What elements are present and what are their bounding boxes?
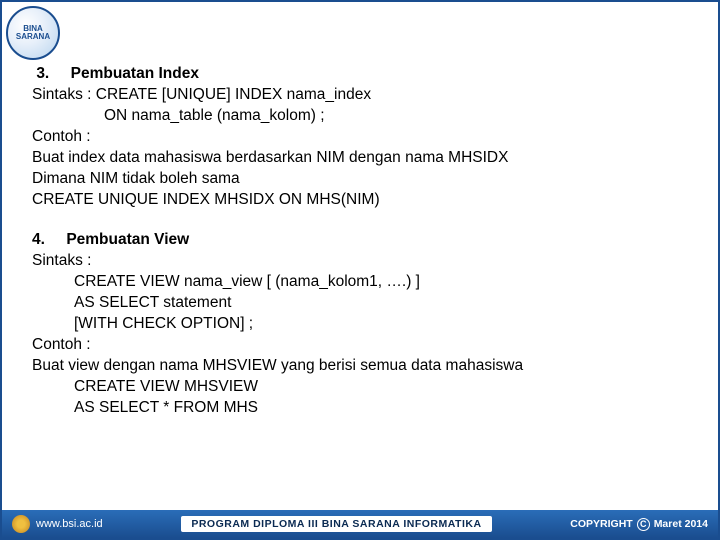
- copyright-label: COPYRIGHT: [570, 518, 632, 530]
- body-line: Buat index data mahasiswa berdasarkan NI…: [32, 148, 698, 169]
- logo-text: BINA SARANA: [8, 25, 58, 41]
- slide-content: 3. Pembuatan Index Sintaks : CREATE [UNI…: [32, 64, 698, 439]
- section-number: 4.: [32, 230, 62, 251]
- body-line: AS SELECT * FROM MHS: [32, 398, 698, 419]
- copyright-icon: C: [637, 518, 650, 531]
- body-line: AS SELECT statement: [32, 293, 698, 314]
- body-line: Contoh :: [32, 335, 698, 356]
- body-line: CREATE VIEW MHSVIEW: [32, 377, 698, 398]
- body-line: Sintaks :: [32, 251, 698, 272]
- footer-left: www.bsi.ac.id: [12, 515, 103, 533]
- section-heading: 3. Pembuatan Index: [32, 64, 698, 85]
- body-line: [WITH CHECK OPTION] ;: [32, 314, 698, 335]
- section-number: 3.: [36, 64, 66, 85]
- section-index: 3. Pembuatan Index Sintaks : CREATE [UNI…: [32, 64, 698, 210]
- footer-url: www.bsi.ac.id: [36, 518, 103, 530]
- body-line: ON nama_table (nama_kolom) ;: [32, 106, 698, 127]
- body-line: CREATE VIEW nama_view [ (nama_kolom1, ….…: [32, 272, 698, 293]
- body-line: Dimana NIM tidak boleh sama: [32, 169, 698, 190]
- section-heading: 4. Pembuatan View: [32, 230, 698, 251]
- section-title: Pembuatan View: [66, 231, 189, 248]
- body-line: CREATE UNIQUE INDEX MHSIDX ON MHS(NIM): [32, 190, 698, 211]
- crest-icon: [12, 515, 30, 533]
- footer-copyright: COPYRIGHT C Maret 2014: [570, 518, 708, 531]
- institution-logo: BINA SARANA: [6, 6, 60, 60]
- body-line: Contoh :: [32, 127, 698, 148]
- section-view: 4. Pembuatan View Sintaks : CREATE VIEW …: [32, 230, 698, 418]
- copyright-date: Maret 2014: [654, 518, 708, 530]
- section-title: Pembuatan Index: [71, 65, 199, 82]
- slide-footer: www.bsi.ac.id PROGRAM DIPLOMA III BINA S…: [2, 510, 718, 538]
- body-line: Buat view dengan nama MHSVIEW yang beris…: [32, 356, 698, 377]
- body-line: Sintaks : CREATE [UNIQUE] INDEX nama_ind…: [32, 85, 698, 106]
- footer-program: PROGRAM DIPLOMA III BINA SARANA INFORMAT…: [181, 516, 491, 532]
